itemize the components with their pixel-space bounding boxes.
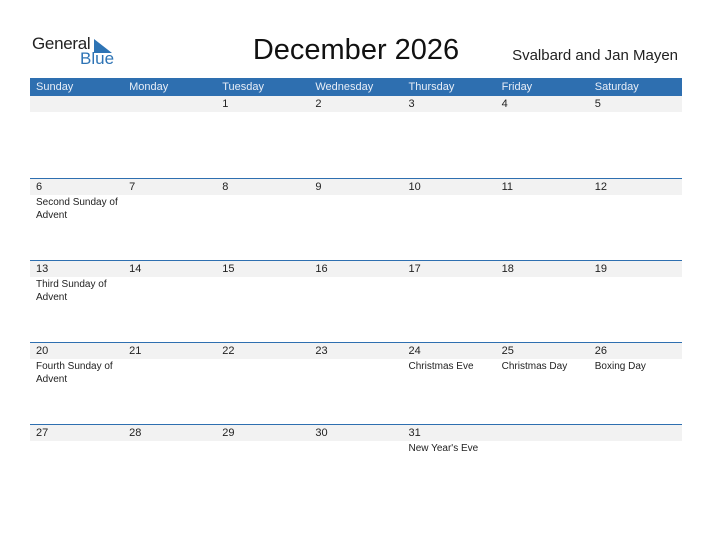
day-number-bar: 6 7 8 9 10 11 12 — [30, 179, 682, 195]
week-row: 27 28 29 30 31 New Year's Eve — [30, 424, 682, 506]
day-number-bar: 13 14 15 16 17 18 19 — [30, 261, 682, 277]
day-number: 14 — [129, 263, 142, 275]
events-row: Second Sunday of Advent — [30, 195, 682, 222]
day-number: 10 — [408, 181, 421, 193]
holiday-label — [216, 359, 309, 386]
holiday-label: Fourth Sunday of Advent — [36, 361, 113, 385]
weekday-monday: Monday — [129, 81, 169, 93]
day-number: 22 — [222, 345, 235, 357]
weekday-saturday: Saturday — [594, 81, 639, 93]
day-number: 3 — [408, 98, 415, 110]
day-number — [30, 96, 123, 112]
day-number — [496, 425, 589, 441]
day-number: 7 — [129, 181, 136, 193]
month-year: December 2026 — [252, 34, 460, 66]
events-row: Fourth Sunday of Advent Christmas Eve Chri… — [30, 359, 682, 386]
day-number: 20 — [36, 345, 49, 357]
holiday-label — [30, 112, 123, 113]
holiday-label: Christmas Eve — [408, 361, 474, 372]
holiday-label — [403, 277, 496, 304]
holiday-label — [496, 112, 589, 113]
holiday-label — [309, 277, 402, 304]
events-row: New Year's Eve — [30, 441, 682, 455]
region-name: Svalbard and Jan Mayen — [512, 47, 678, 64]
day-number: 5 — [594, 98, 601, 110]
holiday-label — [589, 441, 682, 455]
weekday-wednesday: Wednesday — [315, 81, 374, 93]
holiday-label — [309, 112, 402, 113]
day-number-bar: 27 28 29 30 31 — [30, 425, 682, 441]
holiday-label — [496, 277, 589, 304]
holiday-label — [496, 441, 589, 455]
day-number: 2 — [315, 98, 322, 110]
holiday-label: Third Sunday of Advent — [36, 279, 107, 303]
day-number: 30 — [315, 427, 328, 439]
week-row: 20 21 22 23 24 25 26 Fourth Sunday of Advent Chr… — [30, 342, 682, 424]
day-number-bar: 20 21 22 23 24 25 26 — [30, 343, 682, 359]
weekday-sunday: Sunday — [36, 81, 74, 93]
holiday-label — [30, 441, 123, 455]
holiday-label — [123, 441, 216, 455]
weekday-header: Sunday Monday Tuesday Wednesday Thursday… — [30, 78, 682, 96]
day-number: 17 — [408, 263, 421, 275]
weekday-friday: Friday — [501, 81, 533, 93]
week-row: 1 2 3 4 5 — [30, 96, 682, 178]
holiday-label — [496, 195, 589, 222]
weeks-container: 1 2 3 4 5 6 7 8 9 10 11 12 Second Sunday of Advent 13… — [30, 96, 682, 506]
day-number: 27 — [36, 427, 49, 439]
holiday-label: Second Sunday of Advent — [36, 197, 118, 221]
holiday-label — [216, 441, 309, 455]
calendar-grid: Sunday Monday Tuesday Wednesday Thursday… — [30, 78, 682, 506]
day-number: 13 — [36, 263, 49, 275]
weekday-thursday: Thursday — [408, 81, 455, 93]
day-number: 29 — [222, 427, 235, 439]
holiday-label — [216, 277, 309, 304]
day-number: 28 — [129, 427, 142, 439]
day-number: 8 — [222, 181, 229, 193]
day-number: 9 — [315, 181, 322, 193]
day-number: 21 — [129, 345, 142, 357]
day-number: 19 — [594, 263, 607, 275]
day-number: 26 — [594, 345, 607, 357]
holiday-label — [309, 359, 402, 386]
day-number: 25 — [501, 345, 514, 357]
holiday-label — [589, 277, 682, 304]
day-number-bar: 1 2 3 4 5 — [30, 96, 682, 112]
events-row: Third Sunday of Advent — [30, 277, 682, 304]
day-number: 11 — [501, 181, 514, 193]
day-number: 31 — [408, 427, 421, 439]
day-number: 6 — [36, 181, 43, 193]
day-number: 23 — [315, 345, 328, 357]
holiday-label — [589, 112, 682, 113]
holiday-label: New Year's Eve — [408, 443, 479, 454]
holiday-label — [123, 277, 216, 304]
holiday-label — [216, 195, 309, 222]
day-number: 16 — [315, 263, 328, 275]
day-number: 12 — [594, 181, 607, 193]
day-number: 1 — [222, 98, 229, 110]
holiday-label: Boxing Day — [594, 361, 646, 372]
day-number: 24 — [408, 345, 421, 357]
holiday-label — [403, 195, 496, 222]
holiday-label — [123, 195, 216, 222]
week-row: 6 7 8 9 10 11 12 Second Sunday of Advent — [30, 178, 682, 260]
holiday-label — [123, 359, 216, 386]
holiday-label — [403, 112, 496, 113]
day-number — [123, 96, 216, 112]
holiday-label — [309, 441, 402, 455]
events-row — [30, 112, 682, 113]
holiday-label — [123, 112, 216, 113]
day-number: 18 — [501, 263, 514, 275]
holiday-label: Christmas Day — [501, 361, 568, 372]
day-number: 15 — [222, 263, 235, 275]
weekday-tuesday: Tuesday — [222, 81, 265, 93]
holiday-label — [589, 195, 682, 222]
week-row: 13 14 15 16 17 18 19 Third Sunday of Advent — [30, 260, 682, 342]
day-number: 4 — [501, 98, 508, 110]
day-number — [589, 425, 682, 441]
holiday-label — [309, 195, 402, 222]
holiday-label — [216, 112, 309, 113]
